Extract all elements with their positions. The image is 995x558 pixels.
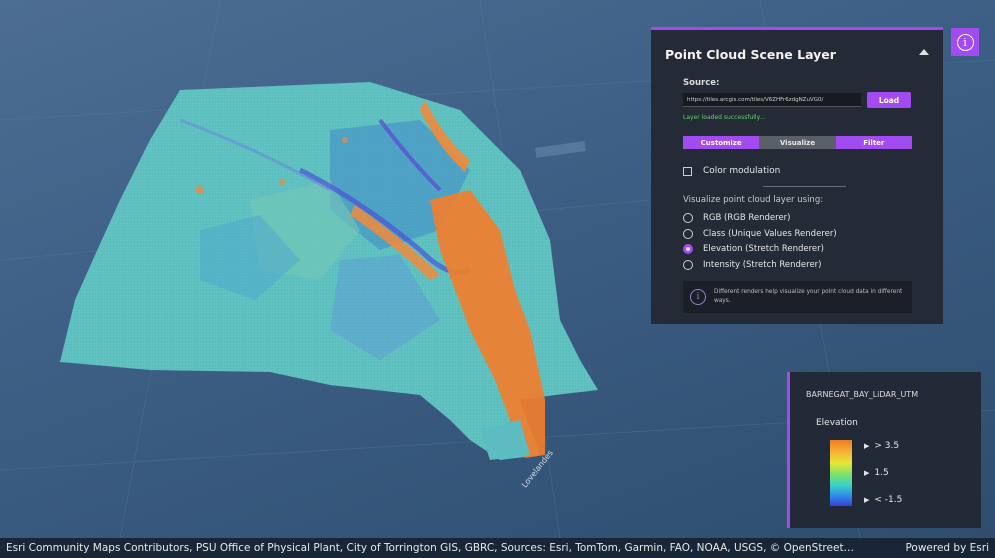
panel-title: Point Cloud Scene Layer: [665, 47, 836, 62]
notice-text: Different renders help visualize your po…: [714, 289, 903, 304]
collapse-icon[interactable]: [919, 49, 929, 55]
legend-layer-name: BARNEGAT_BAY_LiDAR_UTM: [806, 390, 919, 399]
status-message: Layer loaded successfully...: [683, 114, 766, 121]
divider: [763, 186, 846, 187]
radio-label: Elevation (Stretch Renderer): [703, 244, 824, 254]
color-modulation-checkbox[interactable]: [683, 166, 692, 176]
point-cloud-layer: [60, 82, 598, 460]
tab-visualize[interactable]: Visualize: [759, 136, 836, 149]
legend-field-name: Elevation: [816, 418, 858, 428]
source-url-input[interactable]: [683, 93, 861, 107]
radio-rgb[interactable]: RGB (RGB Renderer): [683, 213, 790, 223]
radio-label: RGB (RGB Renderer): [703, 213, 791, 223]
legend-label-mid: 1.5: [864, 468, 888, 478]
radio-button-selected[interactable]: [683, 244, 693, 254]
color-modulation-row[interactable]: Color modulation: [683, 166, 780, 176]
legend-label-high: > 3.5: [864, 441, 899, 451]
radio-button[interactable]: [683, 229, 693, 239]
radio-label: Intensity (Stretch Renderer): [703, 260, 822, 270]
attribution-bar: Esri Community Maps Contributors, PSU Of…: [0, 538, 995, 558]
legend-panel: BARNEGAT_BAY_LiDAR_UTM Elevation > 3.5 1…: [787, 372, 981, 528]
legend-label-low: < -1.5: [864, 495, 902, 505]
radio-button[interactable]: [683, 213, 693, 223]
visualize-label: Visualize point cloud layer using:: [683, 195, 824, 205]
info-icon: i: [956, 33, 974, 51]
radio-intensity[interactable]: Intensity (Stretch Renderer): [683, 260, 822, 270]
info-notice: i Different renders help visualize your …: [683, 281, 912, 313]
powered-by-link[interactable]: Powered by Esri: [905, 542, 989, 554]
source-label: Source:: [683, 78, 720, 88]
radio-class[interactable]: Class (Unique Values Renderer): [683, 229, 837, 239]
attribution-credits[interactable]: Esri Community Maps Contributors, PSU Of…: [6, 542, 897, 554]
radio-button[interactable]: [683, 260, 693, 270]
radio-label: Class (Unique Values Renderer): [703, 229, 837, 239]
load-button[interactable]: Load: [867, 92, 911, 108]
tab-customize[interactable]: Customize: [683, 136, 760, 149]
point-cloud-panel: Point Cloud Scene Layer Source: Load Lay…: [651, 27, 943, 324]
radio-elevation[interactable]: Elevation (Stretch Renderer): [683, 244, 824, 254]
tab-filter[interactable]: Filter: [835, 136, 912, 149]
color-modulation-label: Color modulation: [703, 166, 781, 176]
panel-tabs: Customize Visualize Filter: [683, 136, 912, 149]
info-button[interactable]: i: [951, 28, 979, 56]
legend-color-ramp: [830, 440, 852, 506]
info-icon: i: [690, 289, 706, 305]
